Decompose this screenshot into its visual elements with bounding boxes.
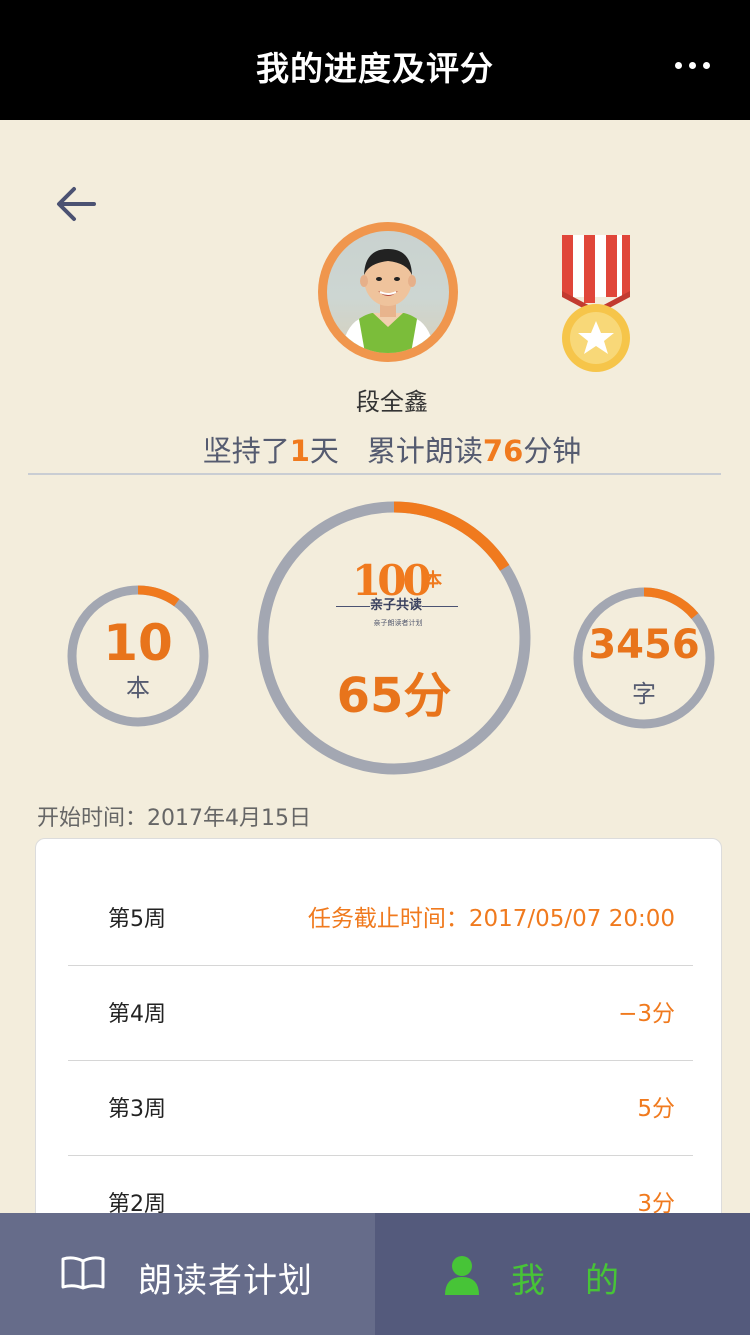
medal-icon [562, 235, 630, 372]
books-gauge: 10 本 [66, 584, 210, 728]
weekly-list: 第5周 任务截止时间：2017/05/07 20:00 第4周 −3分 第3周 … [35, 838, 722, 1260]
persist-prefix: 坚持了 [202, 434, 290, 468]
read-prefix: 累计朗读 [366, 434, 483, 468]
score-gauge: 100 本 亲子共读 亲子朗读者计划 65分 [256, 500, 532, 776]
list-item[interactable]: 第3周 5分 [68, 1061, 693, 1156]
logo-unit: 本 [424, 570, 442, 591]
avatar [318, 222, 458, 362]
list-item[interactable]: 第4周 −3分 [68, 966, 693, 1061]
total-score: 65分 [336, 668, 452, 724]
user-name: 段全鑫 [356, 388, 428, 416]
stats-summary: 坚持了1天 累计朗读76分钟 [0, 428, 750, 470]
books-unit: 本 [126, 674, 150, 702]
books-count: 10 [103, 614, 173, 672]
list-item[interactable]: 第5周 任务截止时间：2017/05/07 20:00 [68, 871, 693, 966]
program-logo: 100 本 亲子共读 亲子朗读者计划 [336, 556, 458, 634]
week-value: 5分 [637, 1096, 675, 1122]
read-minutes-unit: 分钟 [523, 434, 582, 468]
nav-tab-mine[interactable]: 我的 [375, 1213, 750, 1335]
week-value: −3分 [618, 1001, 675, 1027]
book-icon [61, 1256, 105, 1290]
more-options-icon[interactable] [675, 62, 710, 69]
persist-days: 1 [289, 434, 310, 468]
bottom-nav: 朗读者计划 我的 [0, 1213, 750, 1335]
week-label: 第4周 [108, 1002, 166, 1027]
page-title: 我的进度及评分 [256, 49, 494, 88]
avatar-photo [327, 231, 449, 353]
week-label: 第3周 [108, 1097, 166, 1122]
logo-badge: 亲子共读 [370, 596, 422, 616]
nav-mine-label: 我的 [511, 1261, 659, 1301]
nav-plan-label: 朗读者计划 [138, 1261, 313, 1301]
back-arrow-icon[interactable] [54, 184, 98, 224]
persist-days-unit: 天 [309, 434, 339, 468]
read-minutes: 76 [482, 434, 524, 468]
words-gauge: 3456 字 [572, 586, 716, 730]
words-count: 3456 [588, 622, 700, 668]
week-label: 第5周 [108, 907, 166, 932]
start-time: 开始时间：2017年4月15日 [37, 806, 311, 831]
nav-tab-plan[interactable]: 朗读者计划 [0, 1213, 375, 1335]
words-unit: 字 [632, 680, 656, 708]
week-value: 任务截止时间：2017/05/07 20:00 [307, 906, 675, 932]
divider [28, 473, 721, 475]
logo-caption: 亲子朗读者计划 [373, 619, 423, 627]
user-icon [445, 1256, 479, 1295]
title-bar: 我的进度及评分 [0, 0, 750, 120]
